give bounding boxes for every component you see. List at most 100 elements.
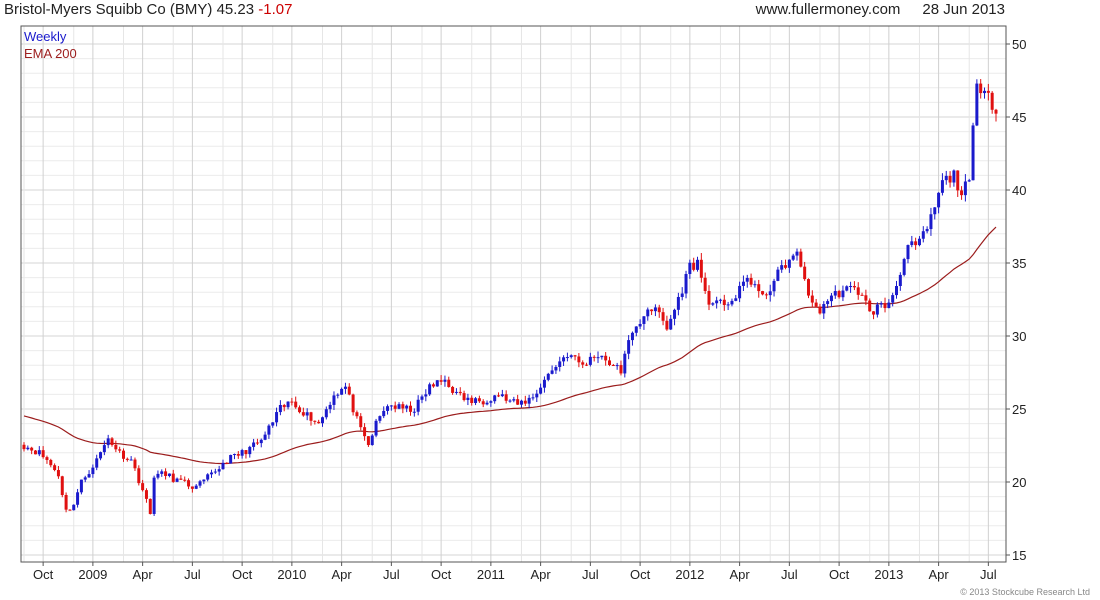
candle-body	[546, 373, 550, 380]
candle-body	[585, 364, 589, 366]
candle-body	[271, 422, 275, 426]
candle-body	[619, 365, 623, 374]
candle-body	[225, 462, 229, 464]
candle-body	[841, 290, 845, 298]
candle-body	[673, 309, 677, 319]
candle-body	[454, 391, 458, 393]
candle-body	[401, 404, 405, 409]
candle-body	[412, 411, 416, 413]
candle-body	[194, 485, 198, 489]
candle-body	[206, 474, 210, 480]
candle-body	[872, 311, 876, 315]
candle-body	[707, 290, 711, 305]
candle-body	[994, 109, 998, 114]
candle-body	[30, 447, 34, 451]
candle-body	[244, 450, 248, 455]
candle-body	[489, 401, 493, 403]
candle-body	[382, 410, 386, 417]
candle-body	[236, 454, 240, 456]
candle-body	[630, 332, 634, 341]
candle-body	[726, 304, 730, 306]
candle-body	[780, 265, 784, 270]
candle-body	[167, 473, 171, 477]
x-tick-label: Apr	[928, 567, 949, 582]
candle-body	[772, 280, 776, 292]
candle-body	[470, 397, 474, 404]
y-tick-label: 35	[1012, 256, 1026, 271]
candle-body	[990, 92, 994, 110]
candle-body	[558, 361, 562, 367]
candle-body	[753, 284, 757, 286]
candle-body	[290, 401, 294, 403]
candle	[229, 454, 233, 464]
candle-body	[210, 472, 214, 475]
candle	[79, 479, 83, 495]
candle-body	[309, 412, 313, 421]
candle-body	[416, 399, 420, 412]
x-axis: Oct 2009 Apr Jul Oct 2010 Apr Jul Oct 2011 Apr Jul O…	[33, 562, 997, 582]
candle-body	[738, 285, 742, 299]
candle	[902, 257, 906, 277]
candle-body	[764, 294, 768, 296]
candle-body	[718, 299, 722, 301]
candle-body	[45, 457, 49, 460]
candle-body	[187, 480, 191, 487]
candle	[33, 450, 37, 455]
candle-body	[983, 90, 987, 94]
candle-body	[171, 473, 175, 482]
candle-body	[795, 251, 799, 256]
candle-body	[133, 459, 137, 469]
candle-body	[76, 492, 80, 505]
candle-body	[806, 279, 810, 296]
candle-body	[657, 307, 661, 313]
candle-body	[343, 386, 347, 389]
candle	[435, 380, 439, 387]
candle-body	[516, 399, 520, 405]
candle-body	[646, 309, 650, 317]
candle-body	[198, 481, 202, 486]
candle-body	[512, 399, 516, 401]
candle-body	[282, 405, 286, 408]
x-tick-label: Oct	[829, 567, 850, 582]
candle-body	[428, 384, 432, 395]
legend-weekly: Weekly	[24, 29, 67, 44]
candle-body	[87, 474, 91, 478]
candle-body	[83, 477, 87, 480]
candle-body	[56, 470, 60, 477]
candle-body	[734, 298, 738, 301]
candle-body	[573, 355, 577, 357]
candle-body	[933, 207, 937, 215]
candle-body	[336, 394, 340, 396]
candle-body	[393, 405, 397, 409]
x-tick-label: Oct	[33, 567, 54, 582]
candle-body	[803, 266, 807, 280]
candle-body	[332, 395, 336, 405]
candle-body	[462, 393, 466, 401]
candle-body	[351, 394, 355, 413]
candle	[148, 498, 152, 515]
candle-body	[439, 380, 443, 382]
candle-body	[508, 400, 512, 402]
candle-body	[845, 286, 849, 291]
candle-body	[313, 420, 317, 422]
candle-body	[692, 262, 696, 270]
candle-body	[252, 442, 256, 447]
candle-body	[183, 479, 187, 481]
candle-body	[600, 355, 604, 358]
candle-body	[519, 400, 523, 405]
candle-body	[688, 262, 692, 275]
candle-body	[665, 320, 669, 330]
candle-body	[581, 362, 585, 365]
candle-body	[397, 404, 401, 409]
candle-body	[286, 401, 290, 408]
candle-body	[301, 412, 305, 416]
candle-body	[121, 450, 125, 459]
x-tick-label: Oct	[431, 567, 452, 582]
candle-body	[730, 300, 734, 305]
candle-body	[696, 259, 700, 270]
candle-body	[213, 471, 217, 473]
candle-body	[340, 388, 344, 395]
candle	[60, 475, 64, 498]
candle-body	[856, 287, 860, 295]
candle-body	[493, 395, 497, 402]
